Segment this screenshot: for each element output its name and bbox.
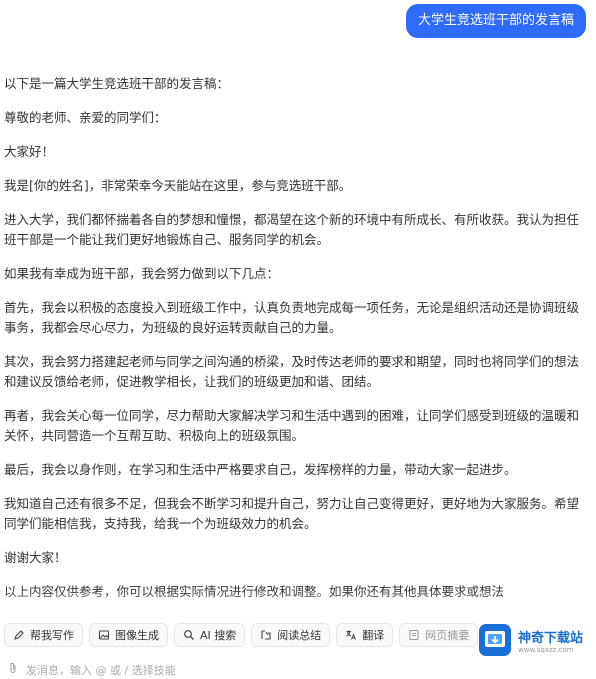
write-button[interactable]: 帮我写作 — [4, 623, 83, 647]
ai-search-button[interactable]: AI 搜索 — [174, 623, 246, 647]
reply-paragraph: 谢谢大家！ — [4, 550, 67, 565]
message-input-placeholder[interactable]: 发消息，输入 @ 或 / 选择技能 — [26, 662, 176, 678]
read-summary-button[interactable]: 阅读总结 — [251, 623, 331, 647]
reply-paragraph: 首先，我会以积极的态度投入到班级工作中，认真负责地完成每一项任务，无论是组织活动… — [4, 300, 580, 335]
reply-paragraph: 以下是一篇大学生竞选班干部的发言稿： — [4, 76, 230, 91]
read-summary-label: 阅读总结 — [277, 629, 322, 642]
assistant-reply: 以下是一篇大学生竞选班干部的发言稿： 尊敬的老师、亲爱的同学们： 大家好！ 我是… — [4, 74, 590, 616]
reply-paragraph: 大家好！ — [4, 144, 55, 159]
reply-paragraph: 尊敬的老师、亲爱的同学们： — [4, 110, 167, 125]
translate-icon — [345, 629, 357, 641]
user-message-row: 大学生竞选班干部的发言稿 — [405, 4, 586, 38]
webpage-icon — [408, 629, 420, 641]
read-icon — [260, 629, 272, 641]
pen-icon — [13, 629, 25, 641]
attach-icon[interactable] — [8, 662, 18, 677]
site-watermark: 神奇下载站 www.sqxzz.com — [478, 620, 596, 660]
image-icon — [98, 629, 110, 641]
reply-paragraph: 其次，我会努力搭建起老师与同学之间沟通的桥梁，及时传达老师的要求和期望，同时也将… — [4, 354, 580, 389]
watermark-logo-icon — [478, 623, 512, 657]
reply-paragraph: 最后，我会以身作则，在学习和生活中严格要求自己，发挥榜样的力量，带动大家一起进步… — [4, 462, 517, 477]
reply-paragraph: 再者，我会关心每一位同学，尽力帮助大家解决学习和生活中遇到的困难，让同学们感受到… — [4, 408, 580, 443]
ai-search-label: AI 搜索 — [200, 629, 237, 642]
translate-label: 翻译 — [362, 629, 385, 642]
reply-paragraph: 进入大学，我们都怀揣着各自的梦想和憧憬，都渴望在这个新的环境中有所成长、有所收获… — [4, 212, 580, 247]
watermark-subtitle: www.sqxzz.com — [518, 645, 574, 654]
translate-button[interactable]: 翻译 — [336, 623, 394, 647]
user-message-bubble: 大学生竞选班干部的发言稿 — [405, 4, 586, 38]
webpage-summary-button[interactable]: 网页摘要 — [399, 623, 479, 647]
write-label: 帮我写作 — [30, 629, 74, 642]
reply-paragraph: 如果我有幸成为班干部，我会努力做到以下几点： — [4, 266, 280, 281]
image-gen-button[interactable]: 图像生成 — [89, 623, 168, 647]
watermark-title: 神奇下载站 — [518, 630, 584, 646]
image-gen-label: 图像生成 — [115, 629, 159, 642]
reply-paragraph: 以上内容仅供参考，你可以根据实际情况进行修改和调整。如果你还有其他具体要求或想法 — [4, 584, 505, 599]
reply-paragraph: 我知道自己还有很多不足，但我会不断学习和提升自己，努力让自己变得更好，更好地为大… — [4, 496, 580, 531]
reply-paragraph: 我是[你的姓名]，非常荣幸今天能站在这里，参与竞选班干部。 — [4, 178, 352, 193]
message-input-row[interactable]: 发消息，输入 @ 或 / 选择技能 — [0, 660, 596, 679]
webpage-summary-label: 网页摘要 — [425, 629, 470, 642]
search-icon — [183, 629, 195, 641]
